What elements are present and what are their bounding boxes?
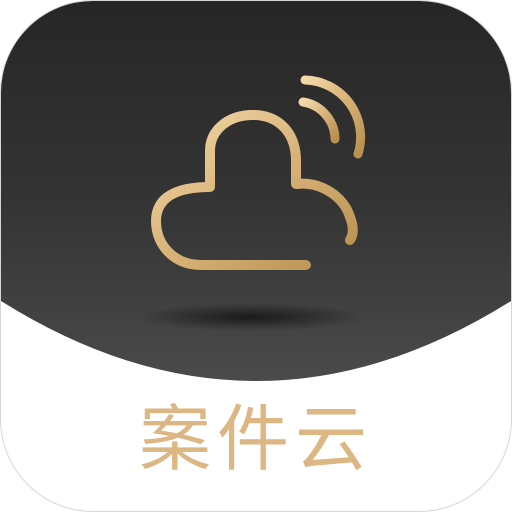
app-name-label: 案件云 <box>138 397 373 481</box>
app-icon[interactable]: 案件云 <box>1 1 511 511</box>
cloud-shadow <box>136 303 366 331</box>
